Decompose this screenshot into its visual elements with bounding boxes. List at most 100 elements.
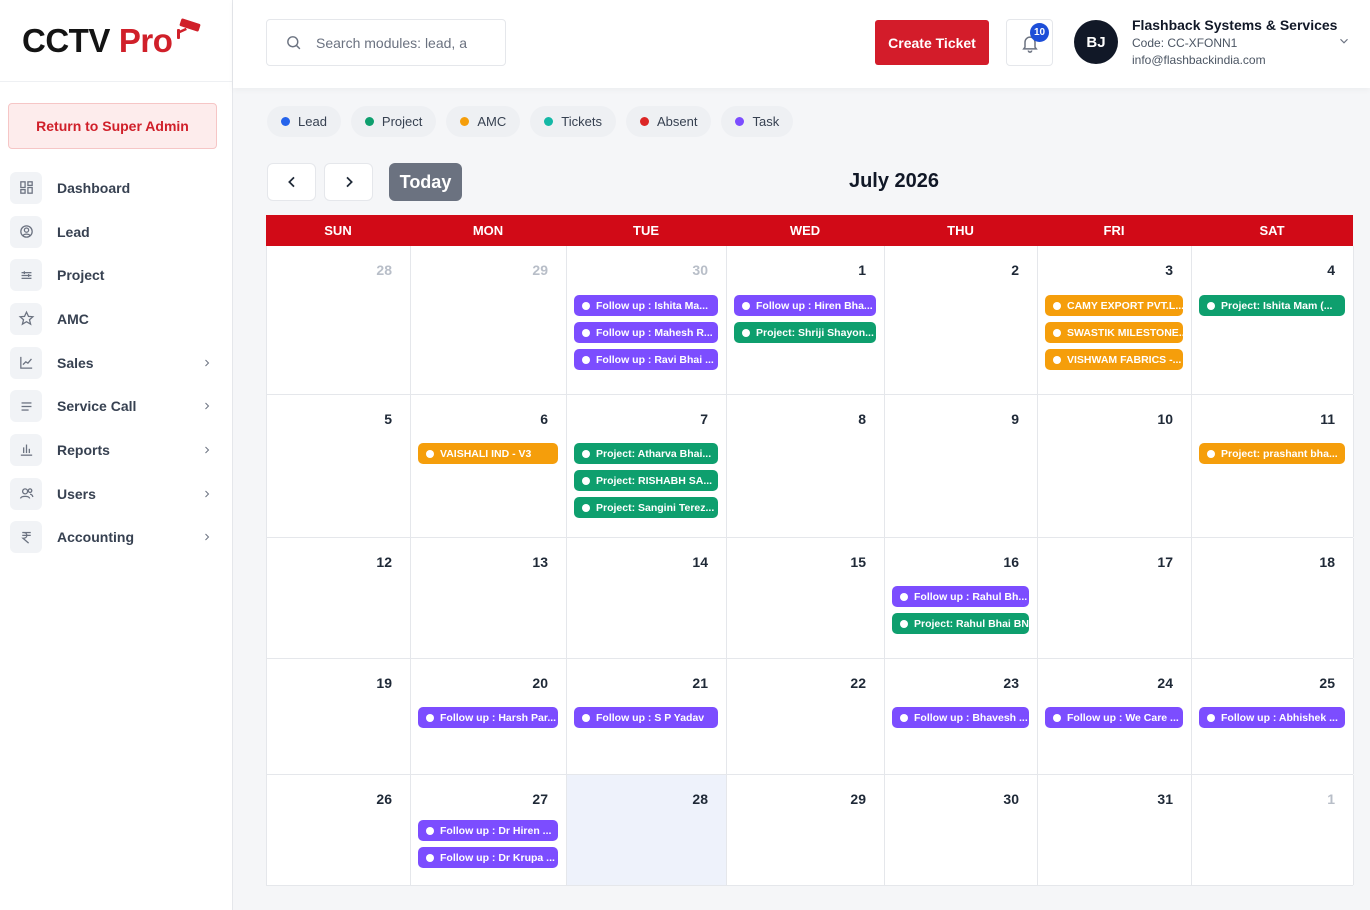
calendar-day[interactable]: 12 [267,538,411,658]
calendar-day[interactable]: 3 CAMY EXPORT PVT.L... SWASTIK MILESTONE..… [1038,246,1192,394]
avatar[interactable]: BJ [1074,20,1118,64]
day-events: Follow up : Harsh Par... [418,707,558,728]
legend-item-lead[interactable]: Lead [267,106,341,137]
calendar-day[interactable]: 11 Project: prashant bha... [1192,395,1354,537]
calendar-event[interactable]: VISHWAM FABRICS -... [1045,349,1183,370]
create-ticket-button[interactable]: Create Ticket [875,20,989,65]
calendar-event[interactable]: Follow up : Harsh Par... [418,707,558,728]
calendar-week-row: 5 6 VAISHALI IND - V3 7 Project: Atharva Bha… [267,395,1354,538]
sidebar-item-project[interactable]: Project [0,253,233,297]
calendar-day[interactable]: 15 [727,538,885,658]
calendar-event[interactable]: Follow up : Bhavesh ... [892,707,1029,728]
calendar-day[interactable]: 1 Follow up : Hiren Bha... Project: Shriji… [727,246,885,394]
sidebar-item-service-call[interactable]: Service Call [0,384,233,428]
legend-item-amc[interactable]: AMC [446,106,521,137]
calendar-day[interactable]: 2 [885,246,1038,394]
calendar-day[interactable]: 23 Follow up : Bhavesh ... [885,659,1038,774]
org-info[interactable]: Flashback Systems & Services Code: CC-XF… [1132,17,1337,67]
calendar-day[interactable]: 5 [267,395,411,537]
day-events: Follow up : Hiren Bha... Project: Shriji … [734,295,876,343]
prev-month-button[interactable] [267,163,316,201]
brand-logo[interactable]: CCTV Pro [0,0,232,82]
calendar-day[interactable]: 14 [567,538,727,658]
calendar-week-row: 12 13 14 15 16 Follow up : Rahul Bh... Project… [267,538,1354,659]
sidebar-item-dashboard[interactable]: Dashboard [0,166,233,210]
calendar-day[interactable]: 8 [727,395,885,537]
sidebar-item-amc[interactable]: AMC [0,297,233,341]
calendar-event[interactable]: Project: prashant bha... [1199,443,1345,464]
calendar-event[interactable]: Follow up : Rahul Bh... [892,586,1029,607]
day-number: 2 [1011,262,1019,278]
calendar-event[interactable]: Follow up : Ravi Bhai ... [574,349,718,370]
search-box[interactable] [266,19,506,66]
notifications-button[interactable]: 10 [1006,19,1053,66]
calendar-day[interactable]: 20 Follow up : Harsh Par... [411,659,567,774]
sidebar-item-users[interactable]: Users [0,472,233,516]
calendar-day[interactable]: 19 [267,659,411,774]
legend-item-absent[interactable]: Absent [625,106,712,137]
legend-dot [364,117,374,126]
calendar-day[interactable]: 4 Project: Ishita Mam (... [1192,246,1354,394]
calendar-day[interactable]: 7 Project: Atharva Bhai... Project: RISHAB… [567,395,727,537]
calendar-day[interactable]: 26 [267,775,411,885]
calendar-day[interactable]: 31 [1038,775,1192,885]
calendar-day[interactable]: 16 Follow up : Rahul Bh... Project: Rahul … [885,538,1038,658]
legend-dot [544,117,554,126]
calendar-day[interactable]: 29 [411,246,567,394]
day-number: 9 [1011,411,1019,427]
calendar-event[interactable]: Project: Atharva Bhai... [574,443,718,464]
calendar-day[interactable]: 25 Follow up : Abhishek ... [1192,659,1354,774]
next-month-button[interactable] [324,163,373,201]
calendar-day-today[interactable]: 28 [567,775,727,885]
calendar-event[interactable]: VAISHALI IND - V3 [418,443,558,464]
day-events: Project: Atharva Bhai... Project: RISHABH… [574,443,718,518]
calendar-day[interactable]: 10 [1038,395,1192,537]
calendar-event[interactable]: Follow up : Abhishek ... [1199,707,1345,728]
calendar-day[interactable]: 9 [885,395,1038,537]
legend-item-project[interactable]: Project [350,106,437,137]
calendar-day[interactable]: 22 [727,659,885,774]
calendar-event[interactable]: Follow up : Ishita Ma... [574,295,718,316]
calendar-event[interactable]: Project: Sangini Terez... [574,497,718,518]
sidebar-item-accounting[interactable]: Accounting [0,516,233,560]
calendar-event[interactable]: Follow up : Hiren Bha... [734,295,876,316]
calendar-event[interactable]: CAMY EXPORT PVT.L... [1045,295,1183,316]
calendar-event[interactable]: Follow up : Mahesh R... [574,322,718,343]
calendar-event[interactable]: Follow up : S P Yadav [574,707,718,728]
return-to-super-admin-button[interactable]: Return to Super Admin [8,103,217,149]
calendar-event[interactable]: Project: Rahul Bhai BNI [892,613,1029,634]
chevron-right-icon[interactable] [201,531,213,543]
calendar-day[interactable]: 6 VAISHALI IND - V3 [411,395,567,537]
calendar-event[interactable]: Follow up : We Care ... [1045,707,1183,728]
calendar-day[interactable]: 28 [267,246,411,394]
calendar-day[interactable]: 27 Follow up : Dr Hiren ... Follow up : Dr… [411,775,567,885]
calendar-day[interactable]: 18 [1192,538,1354,658]
sidebar-item-lead[interactable]: Lead [0,210,233,254]
chevron-right-icon[interactable] [201,357,213,369]
calendar-day[interactable]: 30 Follow up : Ishita Ma... Follow up : Ma… [567,246,727,394]
calendar-day[interactable]: 24 Follow up : We Care ... [1038,659,1192,774]
today-button[interactable]: Today [389,163,462,201]
calendar-event[interactable]: Follow up : Dr Hiren ... [418,820,558,841]
calendar-day[interactable]: 29 [727,775,885,885]
search-input[interactable] [316,34,496,51]
chevron-right-icon[interactable] [201,444,213,456]
calendar-event[interactable]: Project: Shriji Shayon... [734,322,876,343]
legend-item-tickets[interactable]: Tickets [530,106,616,137]
sidebar-item-reports[interactable]: Reports [0,428,233,472]
calendar-event[interactable]: Project: Ishita Mam (... [1199,295,1345,316]
calendar-event[interactable]: SWASTIK MILESTONE... [1045,322,1183,343]
legend-label: AMC [477,114,507,129]
chevron-right-icon[interactable] [201,488,213,500]
calendar-event[interactable]: Project: RISHABH SA... [574,470,718,491]
chevron-right-icon[interactable] [201,400,213,412]
calendar-day[interactable]: 21 Follow up : S P Yadav [567,659,727,774]
chevron-down-icon[interactable] [1337,34,1351,48]
calendar-event[interactable]: Follow up : Dr Krupa ... [418,847,558,868]
calendar-day[interactable]: 17 [1038,538,1192,658]
calendar-day[interactable]: 1 [1192,775,1354,885]
calendar-day[interactable]: 13 [411,538,567,658]
legend-item-task[interactable]: Task [721,106,794,137]
calendar-day[interactable]: 30 [885,775,1038,885]
sidebar-item-sales[interactable]: Sales [0,341,233,385]
